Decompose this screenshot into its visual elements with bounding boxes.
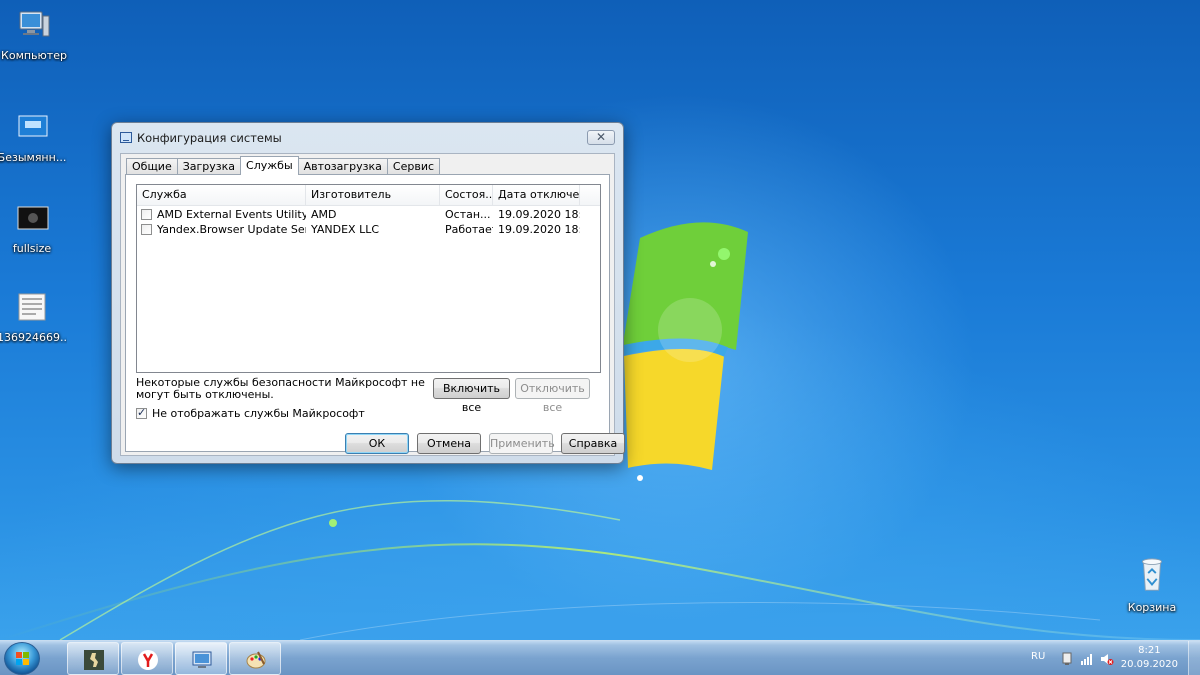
service-name: Yandex.Browser Update Service (157, 223, 306, 236)
taskbar-app-paint[interactable] (229, 642, 281, 675)
yandex-icon (138, 650, 158, 670)
recycle-bin-icon (1142, 558, 1162, 591)
column-header-manufacturer[interactable]: Изготовитель (306, 185, 440, 206)
desktop-icon-computer[interactable]: Компьютер (0, 10, 69, 62)
service-checkbox[interactable] (141, 209, 152, 220)
ok-button[interactable]: ОК (345, 433, 409, 454)
service-cell: Yandex.Browser Update Service (137, 222, 306, 237)
date-cell: 19.09.2020 18:... (498, 208, 580, 221)
disable-all-button[interactable]: Отключить все (515, 378, 590, 414)
hide-microsoft-checkbox[interactable] (136, 406, 147, 419)
cs-icon (84, 650, 104, 670)
tab-general[interactable]: Общие (126, 158, 178, 175)
window-client-area: Общие Загрузка Службы Автозагрузка Серви… (120, 153, 625, 456)
enable-all-button[interactable]: Включить все (433, 378, 510, 414)
image-file-icon (18, 115, 48, 137)
volume-muted-icon[interactable] (1100, 652, 1114, 666)
services-list[interactable]: Служба Изготовитель Состоя... Дата отклю… (136, 184, 601, 373)
msconfig-icon (192, 651, 212, 668)
status-cell: Остан... (445, 208, 491, 221)
msconfig-icon (120, 132, 132, 143)
computer-icon (19, 11, 50, 37)
services-panel: Служба Изготовитель Состоя... Дата отклю… (125, 174, 610, 452)
service-cell: AMD External Events Utility (137, 207, 306, 222)
tab-services[interactable]: Службы (240, 156, 299, 175)
tab-tools[interactable]: Сервис (386, 158, 441, 175)
service-checkbox[interactable] (141, 224, 152, 235)
tab-boot[interactable]: Загрузка (176, 158, 242, 175)
hide-microsoft-services[interactable]: Не отображать службы Майкрософт (136, 406, 365, 420)
window-title: Конфигурация системы (137, 131, 282, 145)
taskbar-app-cs[interactable] (67, 642, 119, 675)
taskbar-app-msconfig[interactable] (175, 642, 227, 675)
table-row[interactable]: AMD External Events Utility AMD Остан...… (137, 207, 600, 222)
list-header: Служба Изготовитель Состоя... Дата отклю… (137, 185, 600, 206)
desktop-icon-image[interactable]: 136924669... (0, 292, 67, 344)
desktop-icon-fullsize[interactable]: fullsize (0, 203, 67, 255)
apply-button[interactable]: Применить (489, 433, 555, 454)
hide-microsoft-label: Не отображать службы Майкрософт (152, 407, 365, 420)
taskbar-app-yandex[interactable] (121, 642, 173, 675)
desktop-icon-label: 136924669... (0, 331, 67, 344)
manufacturer-cell: AMD (311, 208, 337, 221)
clock-date: 20.09.2020 (1120, 659, 1178, 670)
tab-strip: Общие Загрузка Службы Автозагрузка Серви… (126, 156, 441, 175)
taskbar: RU 8:21 20.09.2020 (0, 640, 1200, 675)
tab-startup[interactable]: Автозагрузка (297, 158, 388, 175)
language-indicator[interactable]: RU (1031, 651, 1045, 662)
safely-remove-icon[interactable] (1060, 652, 1074, 666)
clock-time: 8:21 (1138, 645, 1161, 656)
desktop-icon-untitled[interactable]: Безымянн... (0, 112, 67, 164)
desktop-icon-label: Корзина (1127, 601, 1177, 614)
desktop-icon-recycle-bin[interactable]: Корзина (1117, 556, 1187, 614)
table-row[interactable]: Yandex.Browser Update Service YANDEX LLC… (137, 222, 600, 237)
network-icon[interactable] (1080, 652, 1094, 666)
image-file-icon (18, 293, 46, 321)
paint-icon (246, 651, 266, 669)
column-header-date-disabled[interactable]: Дата отключе... (493, 185, 580, 206)
service-name: AMD External Events Utility (157, 208, 306, 221)
status-cell: Работает (445, 223, 493, 236)
column-header-service[interactable]: Служба (137, 185, 306, 206)
image-file-icon (17, 206, 49, 230)
desktop-icon-label: fullsize (12, 242, 52, 255)
system-tray: RU 8:21 20.09.2020 (1020, 641, 1200, 675)
help-button[interactable]: Справка (561, 433, 625, 454)
desktop-icon-label: Безымянн... (0, 151, 67, 164)
window-titlebar[interactable]: Конфигурация системы ✕ (112, 123, 623, 151)
show-desktop-button[interactable] (1188, 641, 1200, 675)
cancel-button[interactable]: Отмена (417, 433, 481, 454)
column-header-status[interactable]: Состоя... (440, 185, 493, 206)
close-button[interactable]: ✕ (587, 130, 615, 145)
msconfig-window: Конфигурация системы ✕ Общие Загрузка Сл… (111, 122, 625, 464)
manufacturer-cell: YANDEX LLC (311, 223, 380, 236)
security-services-note: Некоторые службы безопасности Майкрософт… (136, 376, 425, 401)
start-button[interactable] (4, 642, 40, 675)
desktop-icon-label: Компьютер (1, 49, 67, 62)
clock[interactable]: 8:21 20.09.2020 (1121, 644, 1178, 672)
date-cell: 19.09.2020 18:... (498, 223, 580, 236)
